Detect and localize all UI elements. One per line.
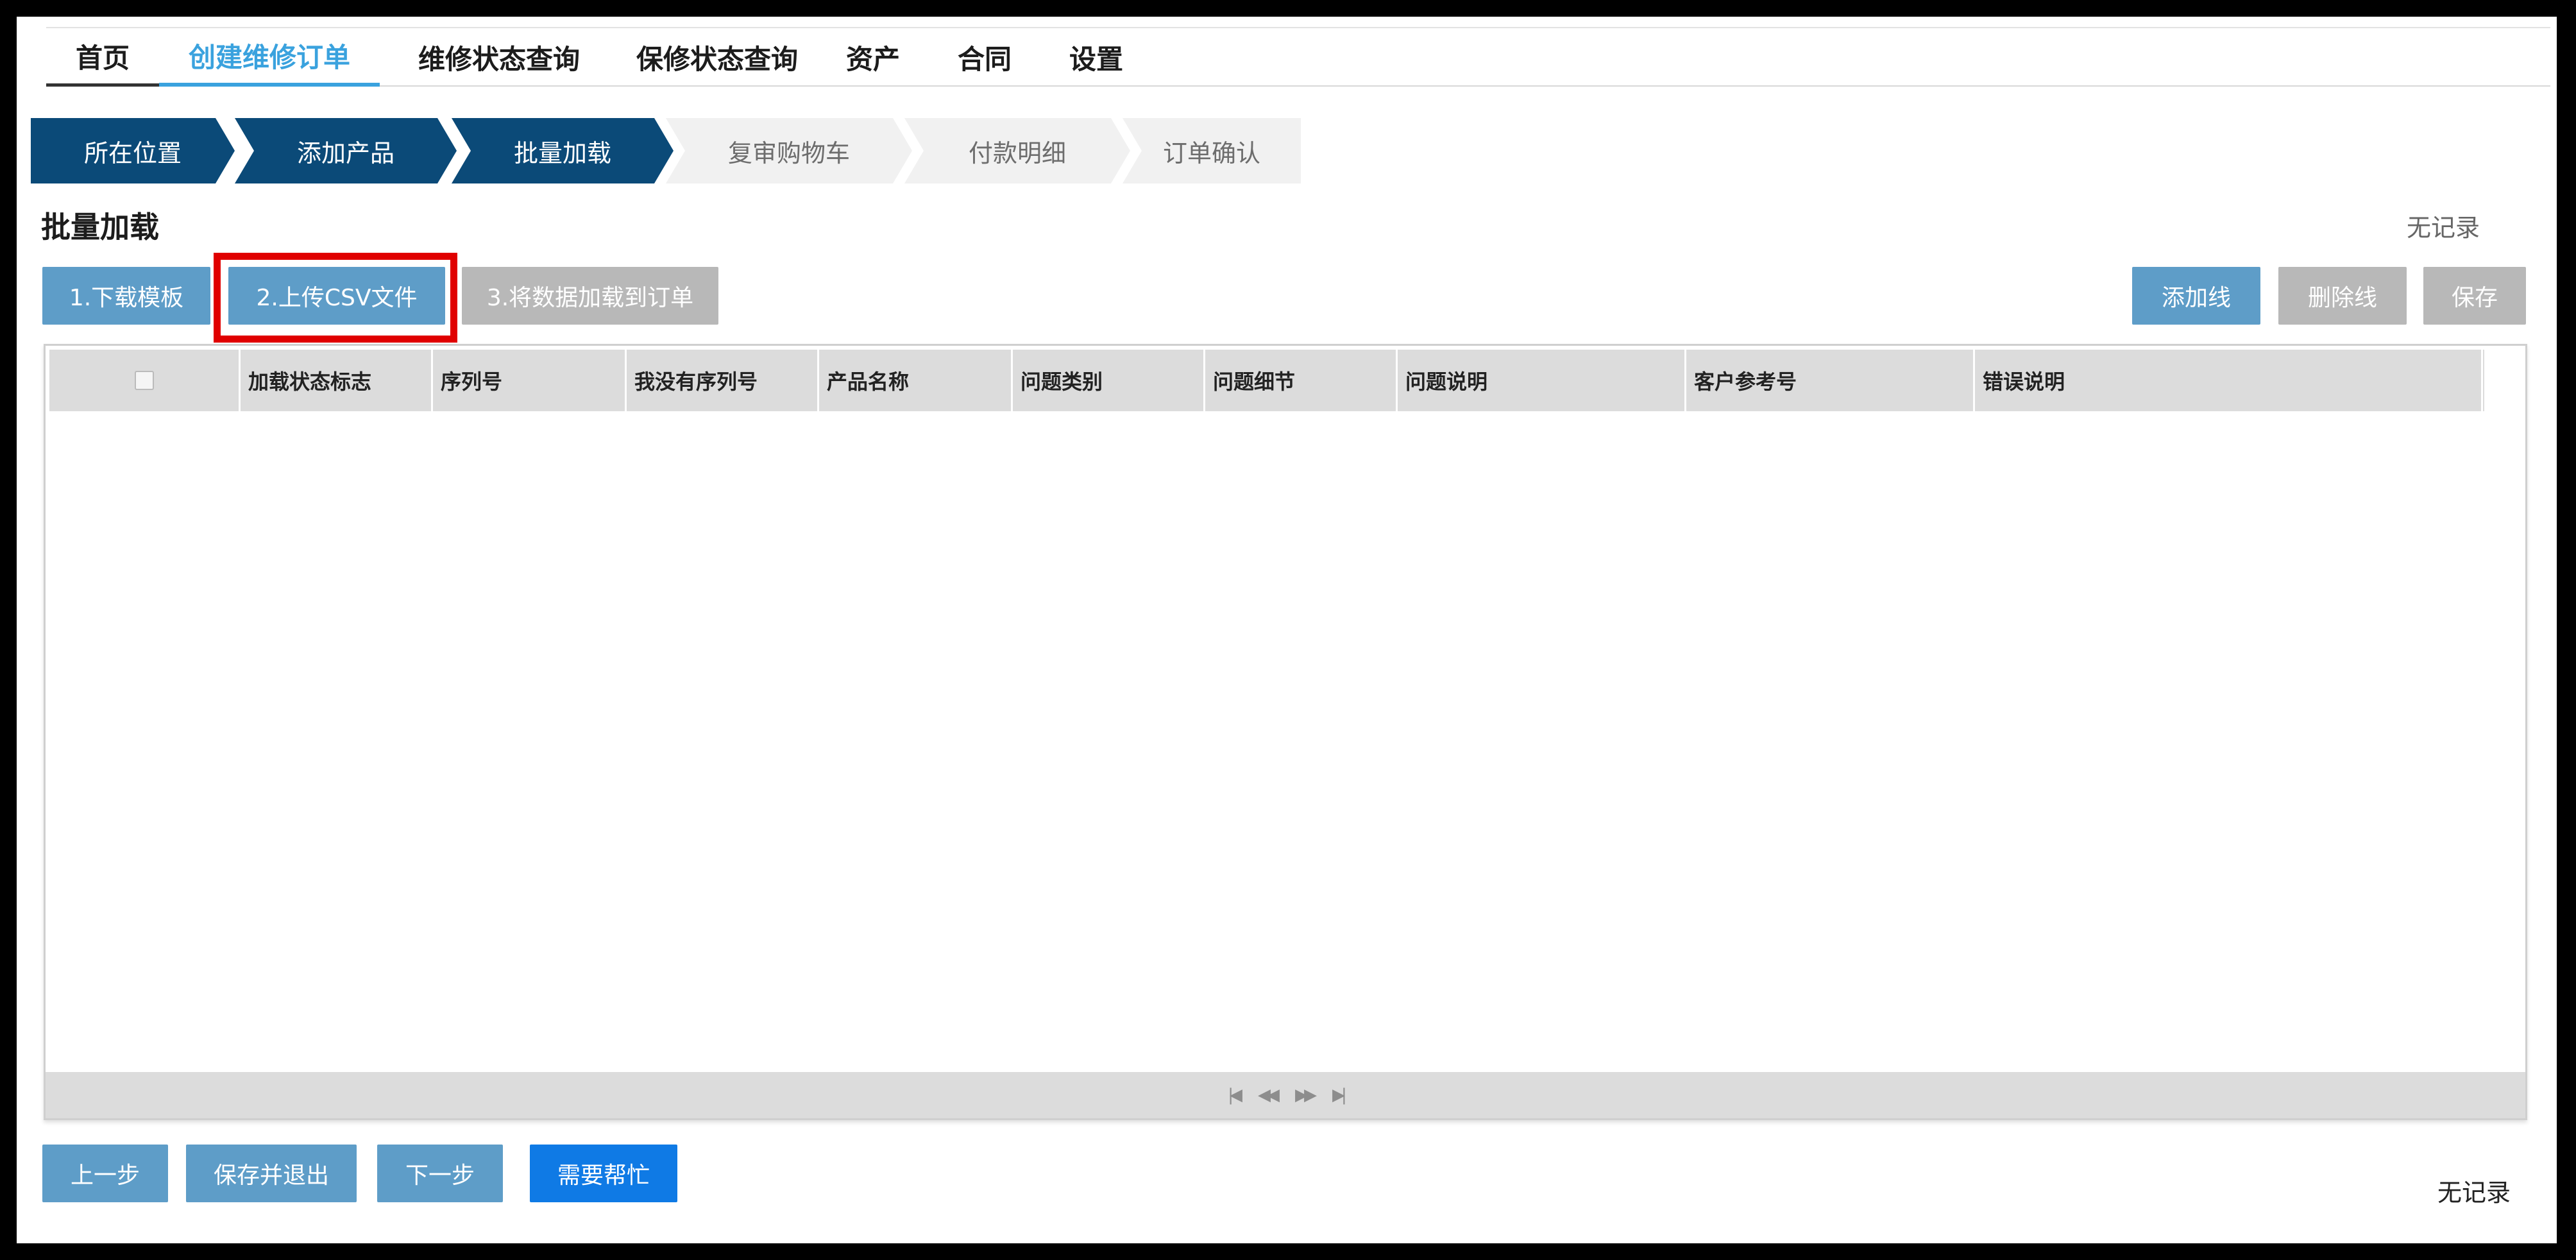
top-nav: 首页 创建维修订单 维修状态查询 保修状态查询 资产 合同 设置 [46, 27, 2550, 87]
prev-step-button[interactable]: 上一步 [42, 1145, 168, 1202]
table-header: 加载状态标志 序列号 我没有序列号 产品名称 问题类别 问题细节 问题说明 客户… [49, 350, 2484, 411]
nav-create-repair-order[interactable]: 创建维修订单 [159, 28, 380, 87]
column-header[interactable]: 问题类别 [1013, 350, 1205, 411]
column-header[interactable]: 问题细节 [1205, 350, 1398, 411]
first-page-icon[interactable]: |◀ [1228, 1085, 1242, 1105]
column-header[interactable]: 我没有序列号 [627, 350, 819, 411]
column-header[interactable]: 加载状态标志 [241, 350, 433, 411]
next-page-icon[interactable]: ▶▶ [1295, 1085, 1317, 1105]
nav-assets-label: 资产 [845, 44, 900, 75]
step-review-cart-label: 复审购物车 [727, 139, 850, 167]
record-count-footer: 无记录 [2437, 1179, 2511, 1207]
step-bulk-load-label: 批量加载 [513, 139, 611, 167]
save-and-exit-button[interactable]: 保存并退出 [186, 1145, 357, 1202]
step-breadcrumb: 所在位置 添加产品 批量加载 复审购物车 付款明细 订单确认 [31, 118, 1301, 183]
prev-page-icon[interactable]: ◀◀ [1258, 1085, 1280, 1105]
step-order-confirm[interactable]: 订单确认 [1123, 118, 1301, 183]
delete-line-button[interactable]: 删除线 [2278, 267, 2407, 325]
step-payment-details[interactable]: 付款明细 [904, 118, 1130, 183]
nav-settings[interactable]: 设置 [1055, 28, 1138, 87]
step-location-label: 所在位置 [83, 139, 182, 167]
highlight-box [214, 253, 457, 343]
column-header[interactable]: 客户参考号 [1686, 350, 1975, 411]
step-order-confirm-label: 订单确认 [1162, 139, 1260, 167]
nav-warranty-status-label: 保修状态查询 [636, 44, 798, 75]
step-bulk-load[interactable]: 批量加载 [452, 118, 674, 183]
page-title: 批量加载 [41, 210, 159, 244]
download-template-button[interactable]: 1.下载模板 [42, 267, 210, 325]
nav-create-repair-order-label: 创建维修订单 [188, 42, 350, 73]
select-all-checkbox[interactable] [134, 371, 154, 390]
nav-warranty-status[interactable]: 保修状态查询 [614, 28, 820, 87]
step-add-product[interactable]: 添加产品 [235, 118, 457, 183]
step-payment-details-label: 付款明细 [968, 139, 1066, 167]
step-review-cart[interactable]: 复审购物车 [666, 118, 912, 183]
nav-repair-status[interactable]: 维修状态查询 [396, 28, 602, 87]
column-header[interactable]: 序列号 [433, 350, 627, 411]
nav-contracts[interactable]: 合同 [943, 28, 1026, 87]
last-page-icon[interactable]: ▶| [1332, 1085, 1347, 1105]
bulk-load-table: 加载状态标志 序列号 我没有序列号 产品名称 问题类别 问题细节 问题说明 客户… [44, 344, 2527, 1120]
nav-home[interactable]: 首页 [46, 28, 159, 87]
next-step-button[interactable]: 下一步 [377, 1145, 503, 1202]
nav-home-label: 首页 [75, 42, 130, 74]
page: 首页 创建维修订单 维修状态查询 保修状态查询 资产 合同 设置 所在位置 添加… [17, 17, 2557, 1243]
record-count: 无记录 [2406, 214, 2480, 242]
nav-repair-status-label: 维修状态查询 [418, 44, 580, 75]
need-help-button[interactable]: 需要帮忙 [530, 1145, 677, 1202]
table-pager: |◀ ◀◀ ▶▶ ▶| [46, 1072, 2525, 1118]
nav-settings-label: 设置 [1069, 44, 1123, 75]
select-all-cell [49, 350, 241, 411]
add-line-button[interactable]: 添加线 [2132, 267, 2260, 325]
column-header[interactable]: 产品名称 [819, 350, 1013, 411]
nav-contracts-label: 合同 [957, 44, 1012, 75]
column-header[interactable]: 错误说明 [1975, 350, 2483, 411]
load-to-order-button[interactable]: 3.将数据加载到订单 [462, 267, 718, 325]
save-button[interactable]: 保存 [2423, 267, 2526, 325]
step-add-product-label: 添加产品 [296, 139, 394, 167]
nav-assets[interactable]: 资产 [831, 28, 915, 87]
column-header[interactable]: 问题说明 [1398, 350, 1686, 411]
step-location[interactable]: 所在位置 [31, 118, 235, 183]
